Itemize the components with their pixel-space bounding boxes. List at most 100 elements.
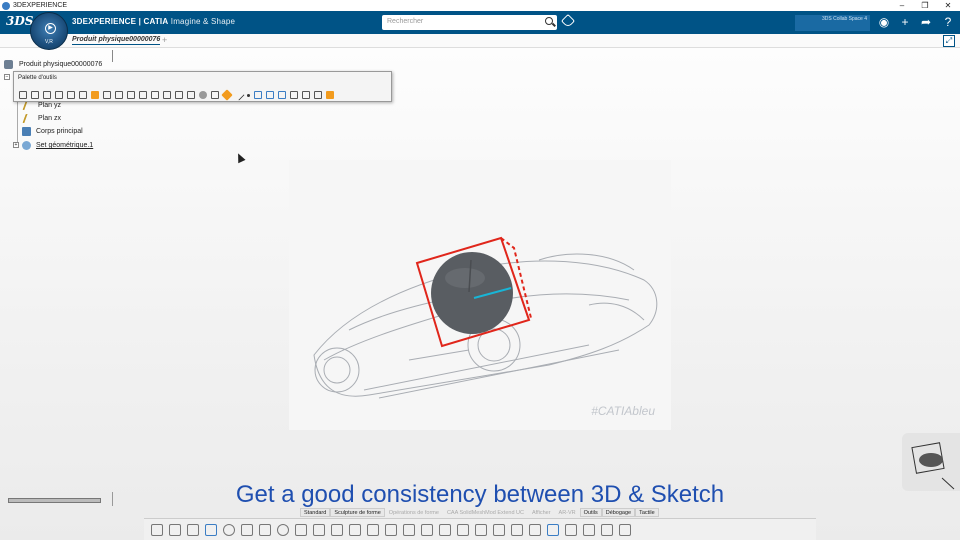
debug-icon[interactable] [583, 523, 595, 536]
expand-icon[interactable]: ⤢ [943, 35, 955, 47]
sphere-icon[interactable] [277, 523, 289, 536]
tab-document[interactable]: Produit physique00000076 [72, 36, 161, 45]
geometrical-set-icon [22, 141, 31, 150]
tool-palette[interactable]: Palette d'outils [13, 71, 392, 102]
play-icon[interactable]: ▶ [45, 23, 56, 34]
collapse-icon[interactable]: − [4, 74, 10, 80]
merge-icon[interactable] [493, 523, 505, 536]
plane-tool-icon[interactable] [43, 91, 51, 99]
plane-icon [22, 101, 35, 110]
undo-icon[interactable] [205, 523, 217, 536]
surface-tool-icon[interactable] [79, 91, 87, 99]
sketch-icon[interactable] [259, 523, 271, 536]
pen-icon[interactable] [349, 523, 361, 536]
plane-icon [22, 114, 35, 123]
copy-icon[interactable] [169, 523, 181, 536]
tab-operations[interactable]: Opérations de forme [385, 508, 443, 517]
point-icon[interactable] [367, 523, 379, 536]
tab-caa[interactable]: CAA SolidMeshMod Extend UC [443, 508, 528, 517]
settings-tool-icon[interactable] [326, 91, 334, 99]
tree-connector [17, 100, 18, 146]
shape-icon[interactable] [475, 523, 487, 536]
hide-icon[interactable] [511, 523, 523, 536]
extrude-tool-icon[interactable] [103, 91, 111, 99]
sweep-tool-icon[interactable] [115, 91, 123, 99]
attach-icon[interactable] [529, 523, 541, 536]
tab-tactile[interactable]: Tactile [635, 508, 659, 517]
table-tool-icon[interactable] [151, 91, 159, 99]
tree-item-geo-set[interactable]: Set géométrique.1 [22, 141, 93, 150]
tree-item-main-body[interactable]: Corps principal [22, 127, 83, 136]
brand-label: 3DEXPERIENCE | CATIA [72, 17, 169, 26]
tab-outils[interactable]: Outils [579, 508, 602, 517]
edit-icon[interactable] [421, 523, 433, 536]
tab-standard[interactable]: Standard [300, 508, 331, 517]
camera-tool-icon[interactable] [314, 91, 322, 99]
compass-widget[interactable]: ▶ V,R [30, 12, 68, 50]
shape-tool-icon[interactable] [187, 91, 195, 99]
add-icon[interactable]: + [898, 15, 912, 29]
measure-icon[interactable] [241, 523, 253, 536]
tab-sculpture[interactable]: Sculpture de forme [330, 508, 385, 517]
scale-tool-icon[interactable] [278, 91, 286, 99]
search-icon[interactable] [545, 17, 553, 25]
layers-icon[interactable] [619, 523, 631, 536]
expand-tree-icon[interactable]: + [13, 142, 19, 148]
torus-icon[interactable] [313, 523, 325, 536]
ds-logo-icon[interactable]: 3DS [6, 14, 33, 30]
tag-icon[interactable] [560, 13, 576, 29]
tree-item-label: Corps principal [36, 128, 83, 135]
move-tool-icon[interactable] [254, 91, 262, 99]
search-input[interactable]: Rechercher [382, 15, 557, 30]
cylinder-icon[interactable] [295, 523, 307, 536]
close-button[interactable]: ✕ [936, 0, 960, 11]
sphere-tool-icon[interactable] [199, 91, 207, 99]
touch-icon[interactable] [601, 523, 613, 536]
sphere-shape[interactable] [431, 252, 513, 334]
cube-icon[interactable] [547, 523, 559, 536]
blend-tool-icon[interactable] [139, 91, 147, 99]
dot-tool-icon[interactable] [247, 93, 250, 97]
help-icon[interactable]: ? [941, 15, 955, 29]
share-icon[interactable]: ➦ [919, 15, 933, 29]
percent-tool-icon[interactable] [211, 91, 219, 99]
tab-afficher[interactable]: Afficher [528, 508, 555, 517]
sculpt-tool-icon[interactable] [91, 91, 99, 99]
tab-debogage[interactable]: Débogage [601, 508, 636, 517]
rotate-tool-icon[interactable] [266, 91, 274, 99]
collab-space-box[interactable]: 3DS Collab Space 4 [795, 15, 870, 31]
tree-splitter[interactable] [112, 50, 113, 62]
refresh-tool-icon[interactable] [302, 91, 310, 99]
mirror-icon[interactable] [457, 523, 469, 536]
tools-icon[interactable] [565, 523, 577, 536]
tree-item-plan-zx[interactable]: Plan zx [22, 114, 61, 123]
sketch-viewport[interactable]: #CATIAbleu [289, 160, 671, 430]
tree-root-item[interactable]: Produit physique00000076 [4, 60, 102, 69]
line-tool-icon[interactable] [31, 91, 39, 99]
app-title: 3DEXPERIENCE | CATIA Imagine & Shape [72, 17, 235, 26]
loft-tool-icon[interactable] [127, 91, 135, 99]
axis-tool-icon[interactable] [67, 91, 75, 99]
segment-tool-icon[interactable] [233, 89, 245, 101]
curve-icon[interactable] [331, 523, 343, 536]
gear-icon[interactable] [223, 523, 235, 536]
transform-icon[interactable] [439, 523, 451, 536]
arc-tool-icon[interactable] [163, 91, 171, 99]
product-icon [4, 60, 13, 69]
new-tab-button[interactable]: + [162, 35, 167, 45]
copy-tool-icon[interactable] [290, 91, 298, 99]
user-avatar-icon[interactable]: ◉ [877, 15, 891, 29]
maximize-button[interactable]: ❐ [913, 0, 937, 11]
cut-icon[interactable] [151, 523, 163, 536]
diamond-tool-icon[interactable] [221, 89, 233, 101]
minimize-button[interactable]: – [890, 0, 914, 11]
paste-icon[interactable] [187, 523, 199, 536]
tree-item-plan-yz[interactable]: Plan yz [22, 101, 61, 110]
grid-icon[interactable] [385, 523, 397, 536]
point-tool-icon[interactable] [19, 91, 27, 99]
curve-tool-icon[interactable] [55, 91, 63, 99]
subdivide-icon[interactable] [403, 523, 415, 536]
tab-ar-vr[interactable]: AR-VR [555, 508, 580, 517]
corner-tool-icon[interactable] [175, 91, 183, 99]
tree-item-label: Plan zx [38, 115, 61, 122]
